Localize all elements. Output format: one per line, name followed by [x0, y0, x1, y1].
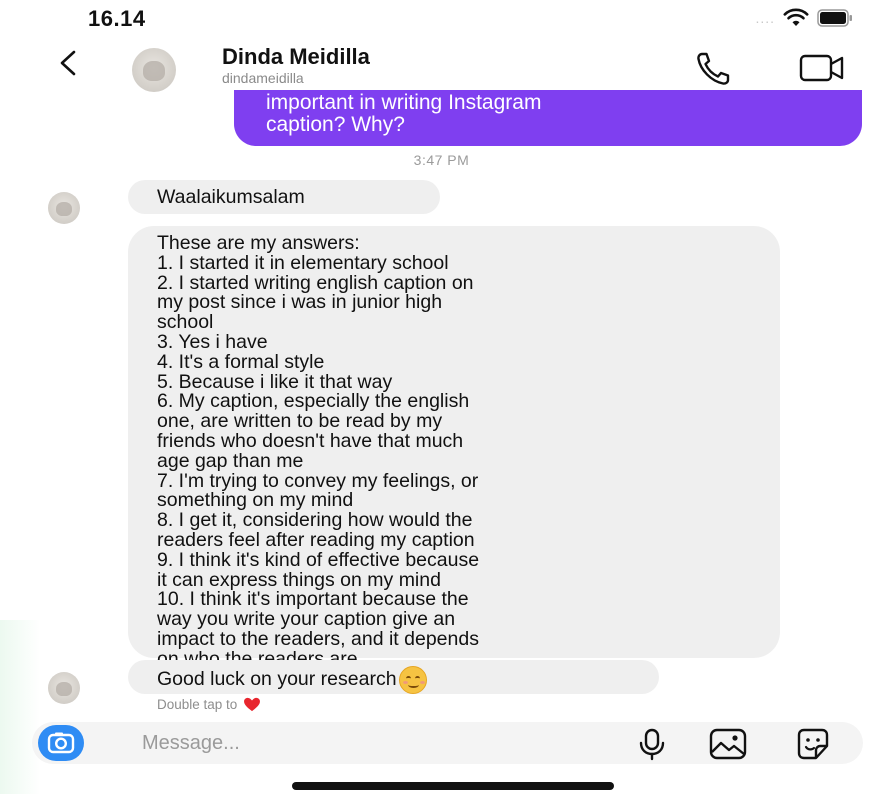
contact-handle: dindameidilla	[222, 70, 304, 86]
message-input[interactable]	[142, 726, 622, 760]
chat-header: Dinda Meidilla dindameidilla	[0, 40, 883, 92]
microphone-icon[interactable]	[634, 726, 670, 762]
received-message-bubble[interactable]: Good luck on your research	[128, 660, 659, 694]
contact-name[interactable]: Dinda Meidilla	[222, 44, 370, 70]
message-line: Good luck on your research	[157, 668, 397, 690]
sticker-icon[interactable]	[794, 726, 832, 762]
contact-avatar[interactable]	[132, 48, 176, 92]
message-line: my post since i was in junior high	[157, 291, 443, 314]
status-bar: 16.14 ....	[0, 0, 883, 36]
camera-icon	[47, 732, 75, 754]
message-line: readers feel after reading my caption	[157, 528, 475, 551]
background-tint	[0, 620, 40, 794]
message-line: 8. I get it, considering how would the	[157, 509, 473, 532]
received-message-bubble[interactable]: Waalaikumsalam	[128, 180, 440, 214]
message-line: school	[157, 311, 214, 334]
sender-avatar[interactable]	[48, 192, 80, 224]
heart-icon	[244, 697, 261, 712]
message-line: Waalaikumsalam	[157, 186, 305, 208]
message-line: important in writing Instagram	[266, 91, 542, 114]
sender-avatar[interactable]	[48, 672, 80, 704]
video-camera-icon[interactable]	[798, 50, 846, 86]
status-time: 16.14	[88, 6, 146, 31]
message-line: 9. I think it's kind of effective becaus…	[157, 548, 480, 571]
sent-message-bubble[interactable]: important in writing Instagram caption? …	[234, 90, 862, 146]
camera-button[interactable]	[38, 725, 84, 761]
message-line: These are my answers:	[157, 232, 360, 254]
phone-icon[interactable]	[694, 48, 734, 88]
double-tap-hint: Double tap to	[157, 697, 261, 712]
smiling-face-emoji	[398, 665, 427, 694]
message-composer	[32, 722, 863, 764]
message-line: friends who doesn't have that much	[157, 429, 464, 452]
message-line: way you write your caption give an	[157, 608, 456, 631]
hint-text: Double tap to	[157, 697, 238, 712]
message-line: 3. Yes i have	[157, 330, 268, 353]
signal-indicator: ....	[755, 10, 775, 26]
message-line: 4. It's a formal style	[157, 350, 325, 373]
home-indicator[interactable]	[292, 782, 614, 790]
wifi-icon	[783, 8, 809, 26]
message-line: 1. I started it in elementary school	[157, 251, 449, 274]
message-timestamp: 3:47 PM	[413, 152, 470, 168]
chevron-left-icon[interactable]	[52, 46, 86, 80]
battery-icon	[817, 9, 852, 27]
message-line: age gap than me	[157, 449, 304, 472]
status-icons: ....	[755, 8, 853, 28]
message-line: impact to the readers, and it depends	[157, 627, 479, 650]
gallery-icon[interactable]	[708, 727, 748, 761]
received-message-bubble[interactable]: These are my answers: 1. I started it in…	[128, 226, 780, 669]
message-line: caption? Why?	[266, 113, 405, 136]
message-line: one, are written to be read by my	[157, 410, 443, 433]
